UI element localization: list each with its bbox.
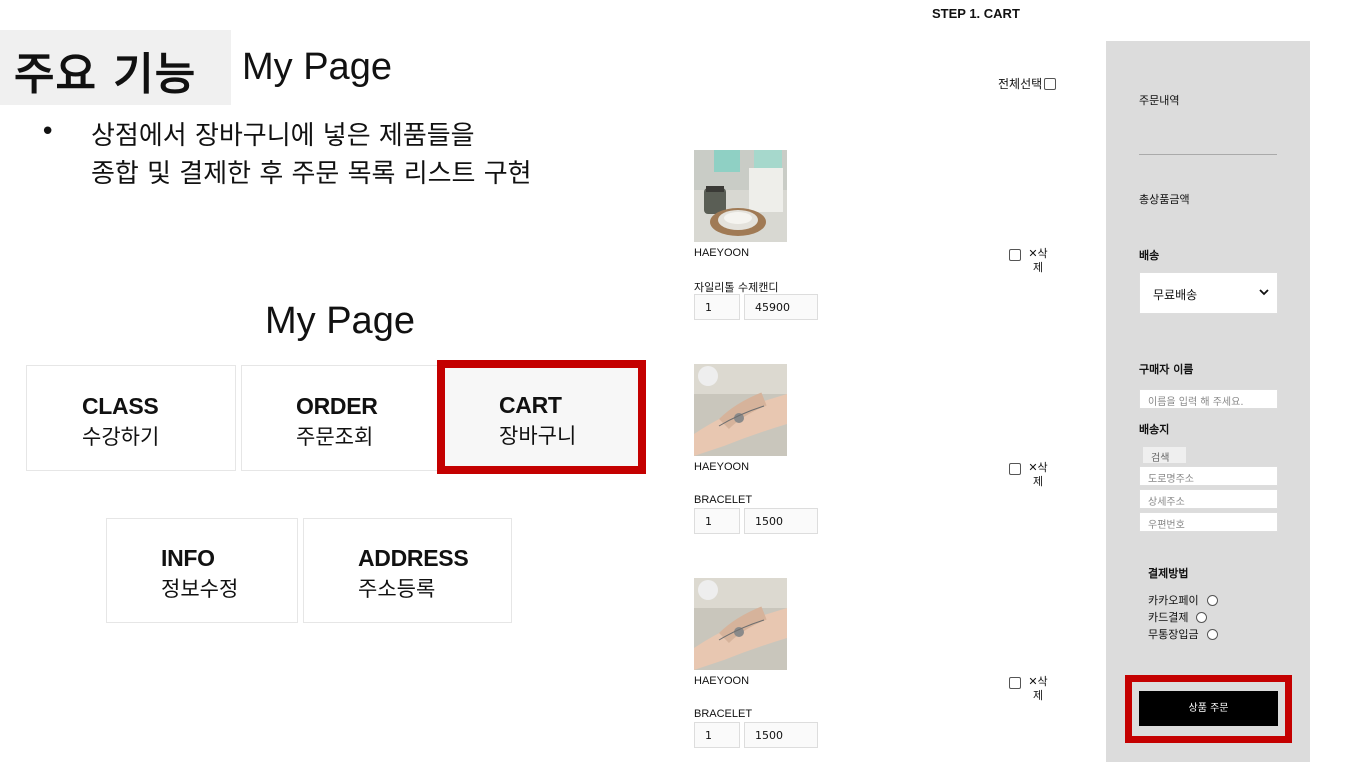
payment-option-kakaopay[interactable]: 카카오페이 (1148, 592, 1218, 608)
item-price-field: 1500 (744, 722, 818, 748)
menu-card-ko-label: 주소등록 (358, 577, 436, 601)
cart-card-highlight-frame (437, 360, 646, 474)
item-brand: HAEYOON (694, 247, 750, 259)
menu-card-address[interactable]: ADDRESS 주소등록 (303, 518, 512, 623)
shipping-select[interactable]: 무료배송 (1139, 272, 1278, 314)
item-price-field: 1500 (744, 508, 818, 534)
total-amount-label: 총상품금액 (1139, 193, 1190, 206)
payment-radio[interactable] (1206, 594, 1218, 606)
order-button-highlight-frame (1125, 675, 1292, 743)
payment-method-label: 결제방법 (1148, 567, 1189, 580)
item-price-field: 45900 (744, 294, 818, 320)
item-delete-control[interactable]: ✕삭제 (1009, 461, 1051, 489)
menu-card-en-label: INFO (161, 545, 215, 571)
address-label: 배송지 (1139, 423, 1170, 436)
item-checkbox[interactable] (1009, 677, 1021, 689)
item-checkbox[interactable] (1009, 249, 1021, 261)
bullet-text: 상점에서 장바구니에 넣은 제품들을 종합 및 결제한 후 주문 목록 리스트 … (91, 117, 532, 193)
payment-option-bank-transfer[interactable]: 무통장입금 (1148, 626, 1218, 642)
select-all-control[interactable]: 전체선택 (998, 75, 1057, 92)
select-all-checkbox[interactable] (1044, 77, 1057, 90)
chevron-down-icon (1259, 289, 1269, 296)
payment-option-card[interactable]: 카드결제 (1148, 609, 1208, 625)
item-name: 자일리톨 수제캔디 (694, 281, 779, 294)
menu-card-class[interactable]: CLASS 수강하기 (26, 365, 236, 471)
detail-address-input[interactable]: 상세주소 (1139, 489, 1278, 509)
item-checkbox[interactable] (1009, 463, 1021, 475)
item-brand: HAEYOON (694, 675, 750, 687)
select-all-label: 전체선택 (998, 77, 1043, 91)
menu-card-ko-label: 정보수정 (161, 577, 239, 601)
product-image-bracelet (694, 578, 787, 670)
menu-card-ko-label: 주문조회 (296, 425, 374, 449)
product-image-bracelet (694, 364, 787, 456)
menu-card-info[interactable]: INFO 정보수정 (106, 518, 298, 623)
payment-radio[interactable] (1206, 628, 1218, 640)
payment-option-label: 무통장입금 (1148, 628, 1199, 641)
shipping-label: 배송 (1139, 249, 1160, 262)
mypage-heading: My Page (265, 300, 415, 342)
payment-option-label: 카드결제 (1148, 611, 1189, 624)
item-delete-button[interactable]: ✕삭제 (1025, 461, 1051, 489)
address-search-button[interactable]: 검색 (1143, 447, 1186, 464)
item-delete-control[interactable]: ✕삭제 (1009, 675, 1051, 703)
road-address-input[interactable]: 도로명주소 (1139, 466, 1278, 486)
item-quantity-input[interactable]: 1 (694, 508, 740, 534)
step-title: STEP 1. CART (932, 6, 1020, 21)
menu-card-en-label: ADDRESS (358, 545, 469, 571)
slide-subtitle: My Page (242, 46, 392, 88)
order-history-label: 주문내역 (1139, 94, 1180, 107)
buyer-name-label: 구매자 이름 (1139, 363, 1194, 376)
buyer-name-input[interactable]: 이름을 입력 해 주세요. (1139, 389, 1278, 409)
bullet-line-1: 상점에서 장바구니에 넣은 제품들을 (91, 121, 475, 151)
item-brand: HAEYOON (694, 461, 750, 473)
slide-title: 주요 기능 (14, 49, 197, 100)
bullet-line-2: 종합 및 결제한 후 주문 목록 리스트 구현 (91, 159, 532, 189)
menu-card-en-label: ORDER (296, 393, 378, 419)
item-delete-button[interactable]: ✕삭제 (1025, 247, 1051, 275)
menu-card-order[interactable]: ORDER 주문조회 (241, 365, 438, 471)
product-image-candy (694, 150, 787, 242)
item-delete-button[interactable]: ✕삭제 (1025, 675, 1051, 703)
item-delete-control[interactable]: ✕삭제 (1009, 247, 1051, 275)
item-quantity-input[interactable]: 1 (694, 722, 740, 748)
postal-code-input[interactable]: 우편번호 (1139, 512, 1278, 532)
payment-option-label: 카카오페이 (1148, 594, 1199, 607)
bullet-icon: • (40, 117, 56, 147)
payment-radio[interactable] (1196, 611, 1208, 623)
item-name: BRACELET (694, 494, 753, 506)
item-quantity-input[interactable]: 1 (694, 294, 740, 320)
shipping-selected-value: 무료배송 (1153, 288, 1198, 302)
item-name: BRACELET (694, 708, 753, 720)
menu-card-en-label: CLASS (82, 393, 159, 419)
divider (1139, 154, 1277, 155)
menu-card-ko-label: 수강하기 (82, 425, 160, 449)
